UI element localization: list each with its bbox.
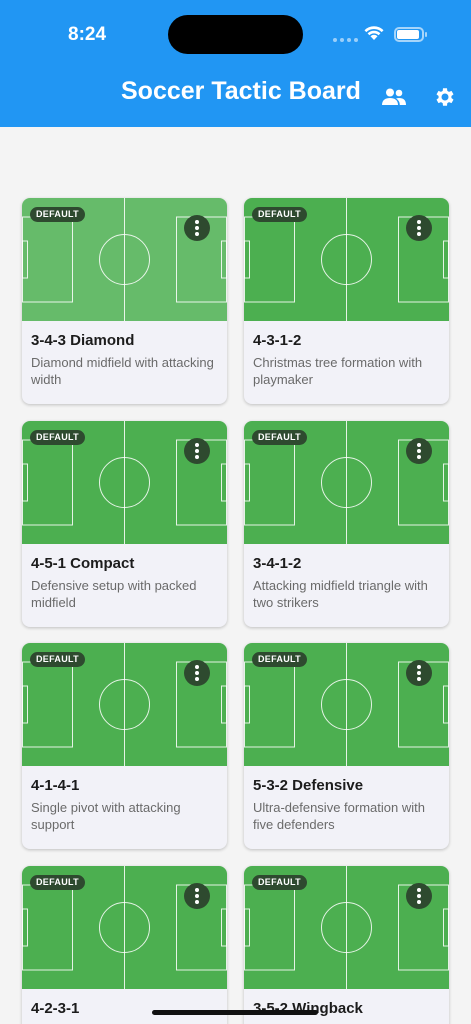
left-penalty-box [244,439,295,526]
players-button[interactable] [380,83,408,111]
formation-name: 4-5-1 Compact [31,555,135,572]
default-badge: DEFAULT [30,207,85,222]
status-time: 8:24 [68,24,107,45]
left-goal [244,240,250,279]
more-options-button[interactable] [406,438,432,464]
right-goal [443,908,449,947]
right-goal [221,240,227,279]
right-goal [443,685,449,724]
left-goal [22,685,28,724]
formation-description: Ultra-defensive formation with five defe… [253,800,425,832]
more-options-button[interactable] [184,438,210,464]
more-options-button[interactable] [406,883,432,909]
settings-icon [436,88,454,106]
right-goal [443,463,449,502]
left-penalty-box [244,216,295,303]
formation-description: Diamond midfield with attacking width [31,355,214,387]
app-bar: 8:24 Soccer Tactic Board [0,0,471,127]
formation-description: Defensive setup with packed midfield [31,578,197,610]
left-penalty-box [22,216,73,303]
formation-name: 3-4-1-2 [253,555,302,572]
page-title: Soccer Tactic Board [121,77,361,105]
default-badge: DEFAULT [30,875,85,890]
left-goal [22,463,28,502]
default-badge: DEFAULT [252,875,307,890]
formation-card[interactable]: DEFAULT 5-3-2 Defensive Ultra-defensive … [244,643,449,849]
more-options-button[interactable] [184,215,210,241]
right-goal [443,240,449,279]
formation-card[interactable]: DEFAULT 3-4-1-2 Attacking midfield trian… [244,421,449,627]
cellular-signal-icon [333,38,358,42]
default-badge: DEFAULT [30,430,85,445]
left-goal [244,908,250,947]
right-goal [221,685,227,724]
dynamic-island [168,15,303,54]
formation-name: 4-2-3-1 [31,1000,80,1017]
formation-card[interactable]: DEFAULT 4-5-1 Compact Defensive setup wi… [22,421,227,627]
default-badge: DEFAULT [252,430,307,445]
left-penalty-box [22,884,73,971]
default-badge: DEFAULT [252,652,307,667]
settings-button[interactable] [431,83,459,111]
left-goal [22,240,28,279]
formation-card[interactable]: DEFAULT 4-3-1-2 Christmas tree formation… [244,198,449,404]
formation-card[interactable]: DEFAULT 4-2-3-1 [22,866,227,1024]
formation-description: Single pivot with attacking support [31,800,181,832]
formation-name: 3-4-3 Diamond [31,332,135,349]
more-options-button[interactable] [184,660,210,686]
formation-description: Christmas tree formation with playmaker [253,355,423,387]
right-goal [221,463,227,502]
more-options-button[interactable] [406,215,432,241]
default-badge: DEFAULT [252,207,307,222]
wifi-icon [364,26,384,40]
home-indicator[interactable] [152,1010,318,1015]
formation-card[interactable]: DEFAULT 3-4-3 Diamond Diamond midfield w… [22,198,227,404]
default-badge: DEFAULT [30,652,85,667]
left-penalty-box [244,884,295,971]
left-goal [244,463,250,502]
left-goal [22,908,28,947]
formation-card[interactable]: DEFAULT 4-1-4-1 Single pivot with attack… [22,643,227,849]
formation-name: 5-3-2 Defensive [253,777,364,794]
left-goal [244,685,250,724]
left-penalty-box [22,439,73,526]
formation-card[interactable]: DEFAULT 3-5-2 Wingback [244,866,449,1024]
people-icon [382,88,406,105]
formation-name: 4-3-1-2 [253,332,302,349]
more-options-button[interactable] [184,883,210,909]
status-bar: 8:24 [0,0,471,70]
more-options-button[interactable] [406,660,432,686]
formation-name: 4-1-4-1 [31,777,80,794]
right-goal [221,908,227,947]
left-penalty-box [244,661,295,748]
battery-icon [394,27,427,42]
left-penalty-box [22,661,73,748]
formation-description: Attacking midfield triangle with two str… [253,578,428,610]
